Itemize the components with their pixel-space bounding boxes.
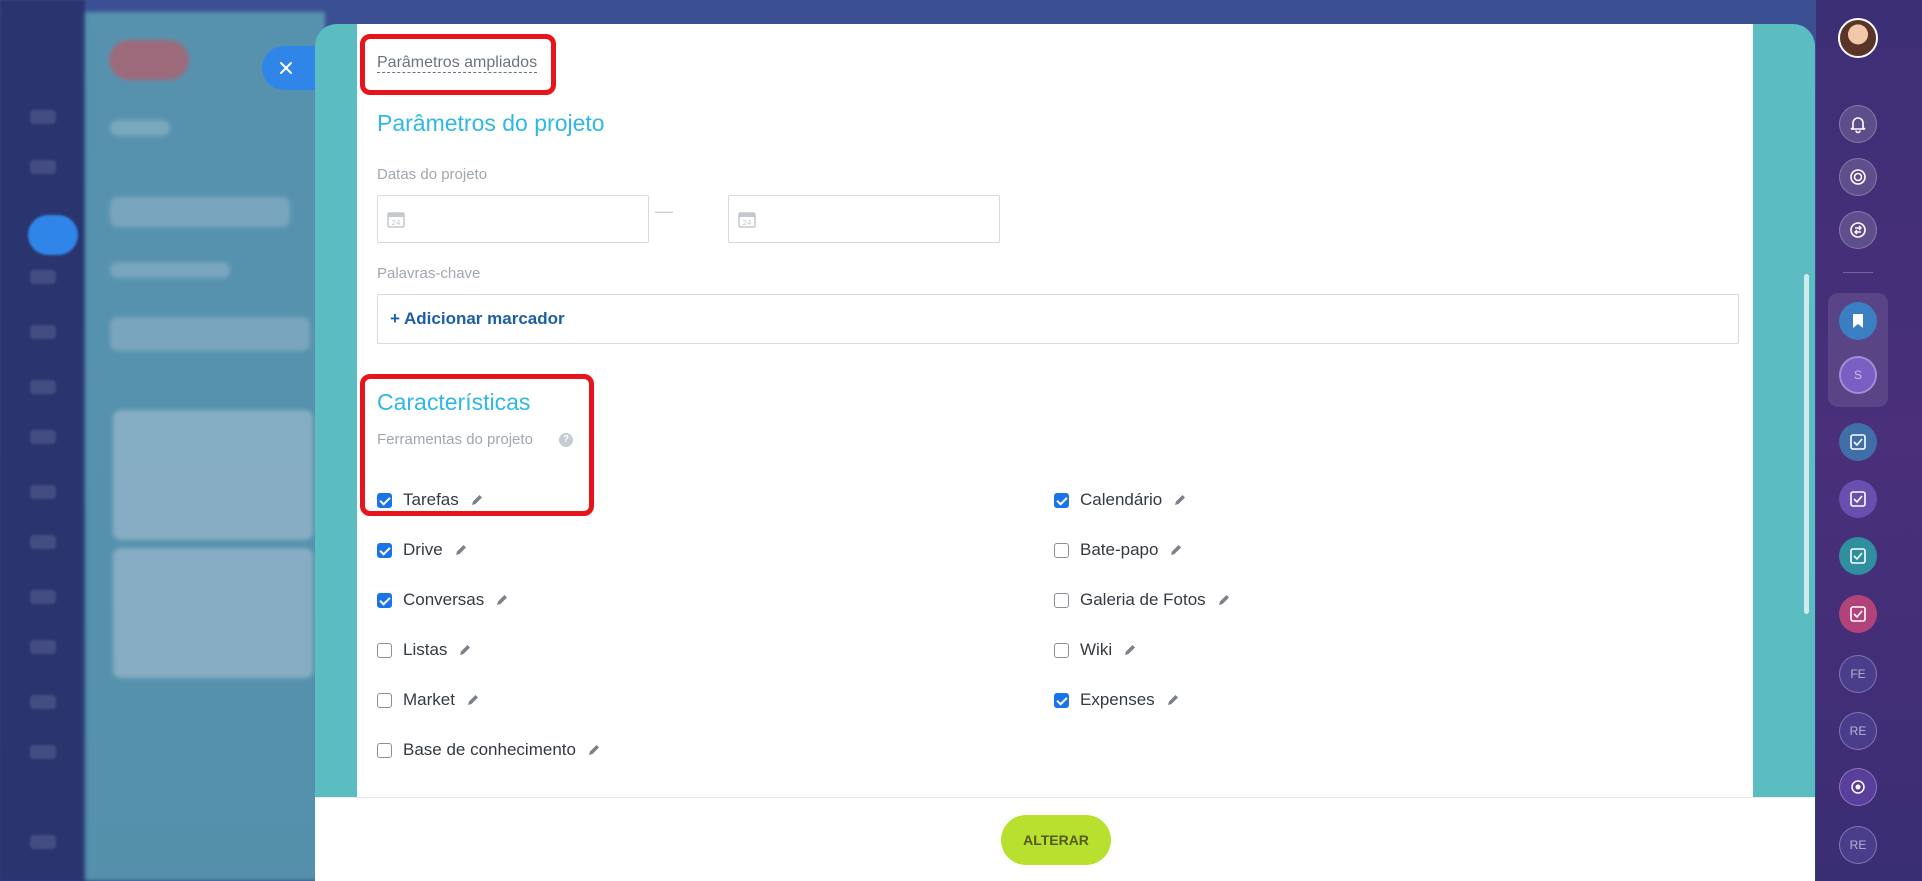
pencil-icon[interactable] — [1217, 593, 1231, 607]
slider-footer: ALTERAR — [315, 797, 1815, 881]
pencil-icon[interactable] — [466, 693, 480, 707]
task-chat-3[interactable] — [1839, 537, 1877, 575]
add-tag-link[interactable]: + Adicionar marcador — [390, 309, 565, 329]
feature-chat[interactable]: Bate-papo — [1054, 539, 1183, 561]
feature-chat-label: Bate-papo — [1080, 540, 1159, 559]
pencil-icon[interactable] — [458, 643, 472, 657]
task-chat-4[interactable] — [1839, 595, 1877, 633]
svg-text:24: 24 — [392, 219, 401, 227]
feature-photo-gallery[interactable]: Galeria de Fotos — [1054, 589, 1231, 611]
feature-drive-label: Drive — [403, 540, 443, 559]
feature-lists-label: Listas — [403, 640, 448, 659]
chat-s-initial: S — [1853, 368, 1862, 382]
settings-form: Parâmetros ampliados Parâmetros do proje… — [357, 24, 1753, 797]
feature-expenses-checkbox[interactable] — [1054, 692, 1069, 708]
task-icon — [1850, 606, 1866, 622]
task-icon — [1850, 491, 1866, 507]
feature-photo-gallery-label: Galeria de Fotos — [1080, 590, 1206, 609]
feature-wiki-checkbox[interactable] — [1054, 642, 1069, 658]
calendar-icon[interactable]: 24 — [737, 209, 757, 229]
calendar-icon[interactable]: 24 — [386, 209, 406, 229]
highlight-extended-parameters — [360, 34, 556, 95]
task-icon — [1850, 548, 1866, 564]
feature-knowledge-base-label: Base de conhecimento — [403, 740, 576, 759]
chat-fe-avatar[interactable]: FE — [1839, 655, 1877, 693]
background-left-menu — [0, 0, 85, 881]
pencil-icon[interactable] — [454, 543, 468, 557]
pencil-icon[interactable] — [495, 593, 509, 607]
feature-market-label: Market — [403, 690, 455, 709]
chat-re-initials-2: RE — [1849, 838, 1867, 852]
feature-expenses[interactable]: Expenses — [1054, 689, 1180, 711]
close-slider-button[interactable] — [262, 46, 316, 90]
pencil-icon[interactable] — [1166, 693, 1180, 707]
feature-photo-gallery-checkbox[interactable] — [1054, 592, 1069, 608]
feature-calendar[interactable]: Calendário — [1054, 489, 1187, 511]
feature-calendar-label: Calendário — [1080, 490, 1163, 509]
chat-group-avatar[interactable] — [1839, 768, 1877, 806]
feature-conversations-label: Conversas — [403, 590, 485, 609]
sync-button[interactable] — [1839, 211, 1877, 249]
feature-drive-checkbox[interactable] — [377, 542, 392, 558]
feature-market-checkbox[interactable] — [377, 692, 392, 708]
sync-icon — [1850, 222, 1866, 238]
project-dates-label: Datas do projeto — [377, 166, 488, 183]
chat-re-initials-1: RE — [1849, 724, 1867, 738]
submit-alterar-button[interactable]: ALTERAR — [1001, 815, 1111, 865]
highlight-features — [360, 374, 594, 516]
close-icon — [280, 62, 292, 74]
feature-expenses-label: Expenses — [1080, 690, 1155, 709]
right-bar-separator — [1843, 272, 1873, 273]
feature-wiki[interactable]: Wiki — [1054, 639, 1137, 661]
project-start-date-input[interactable]: 24 — [377, 195, 649, 243]
feature-lists-checkbox[interactable] — [377, 642, 392, 658]
user-avatar[interactable] — [1838, 18, 1878, 58]
feature-drive[interactable]: Drive — [377, 539, 468, 561]
goals-button[interactable] — [1839, 158, 1877, 196]
keywords-field[interactable]: + Adicionar marcador — [377, 294, 1739, 344]
feature-lists[interactable]: Listas — [377, 639, 472, 661]
feature-calendar-checkbox[interactable] — [1054, 492, 1069, 508]
panel-scrollbar[interactable] — [1804, 274, 1809, 614]
chat-re-avatar-1[interactable]: RE — [1839, 712, 1877, 750]
pencil-icon[interactable] — [1169, 543, 1183, 557]
project-parameters-title: Parâmetros do projeto — [377, 110, 605, 136]
feature-knowledge-base-checkbox[interactable] — [377, 742, 392, 758]
project-end-date-input[interactable]: 24 — [728, 195, 1000, 243]
task-chat-1[interactable] — [1839, 423, 1877, 461]
target-icon — [1851, 780, 1865, 794]
keywords-label: Palavras-chave — [377, 265, 481, 282]
feature-knowledge-base[interactable]: Base de conhecimento — [377, 739, 601, 761]
feature-chat-checkbox[interactable] — [1054, 542, 1069, 558]
pencil-icon[interactable] — [587, 743, 601, 757]
svg-text:24: 24 — [743, 219, 752, 227]
feature-conversations[interactable]: Conversas — [377, 589, 509, 611]
chat-re-avatar-2[interactable]: RE — [1839, 826, 1877, 864]
target-icon — [1850, 169, 1866, 185]
pencil-icon[interactable] — [1173, 493, 1187, 507]
project-settings-slider: Parâmetros ampliados Parâmetros do proje… — [315, 24, 1815, 881]
pencil-icon[interactable] — [1123, 643, 1137, 657]
date-separator: — — [655, 201, 673, 221]
feature-wiki-label: Wiki — [1080, 640, 1113, 659]
bell-icon — [1850, 117, 1866, 134]
bookmark-icon — [1853, 314, 1863, 328]
task-icon — [1850, 434, 1866, 450]
feature-market[interactable]: Market — [377, 689, 480, 711]
bookmarks-button[interactable] — [1839, 302, 1877, 340]
feature-conversations-checkbox[interactable] — [377, 592, 392, 608]
chat-s-avatar[interactable]: S — [1839, 356, 1877, 394]
task-chat-2[interactable] — [1839, 480, 1877, 518]
chat-fe-initials: FE — [1850, 667, 1866, 681]
background-workgroup — [85, 12, 325, 881]
notifications-button[interactable] — [1839, 105, 1877, 143]
